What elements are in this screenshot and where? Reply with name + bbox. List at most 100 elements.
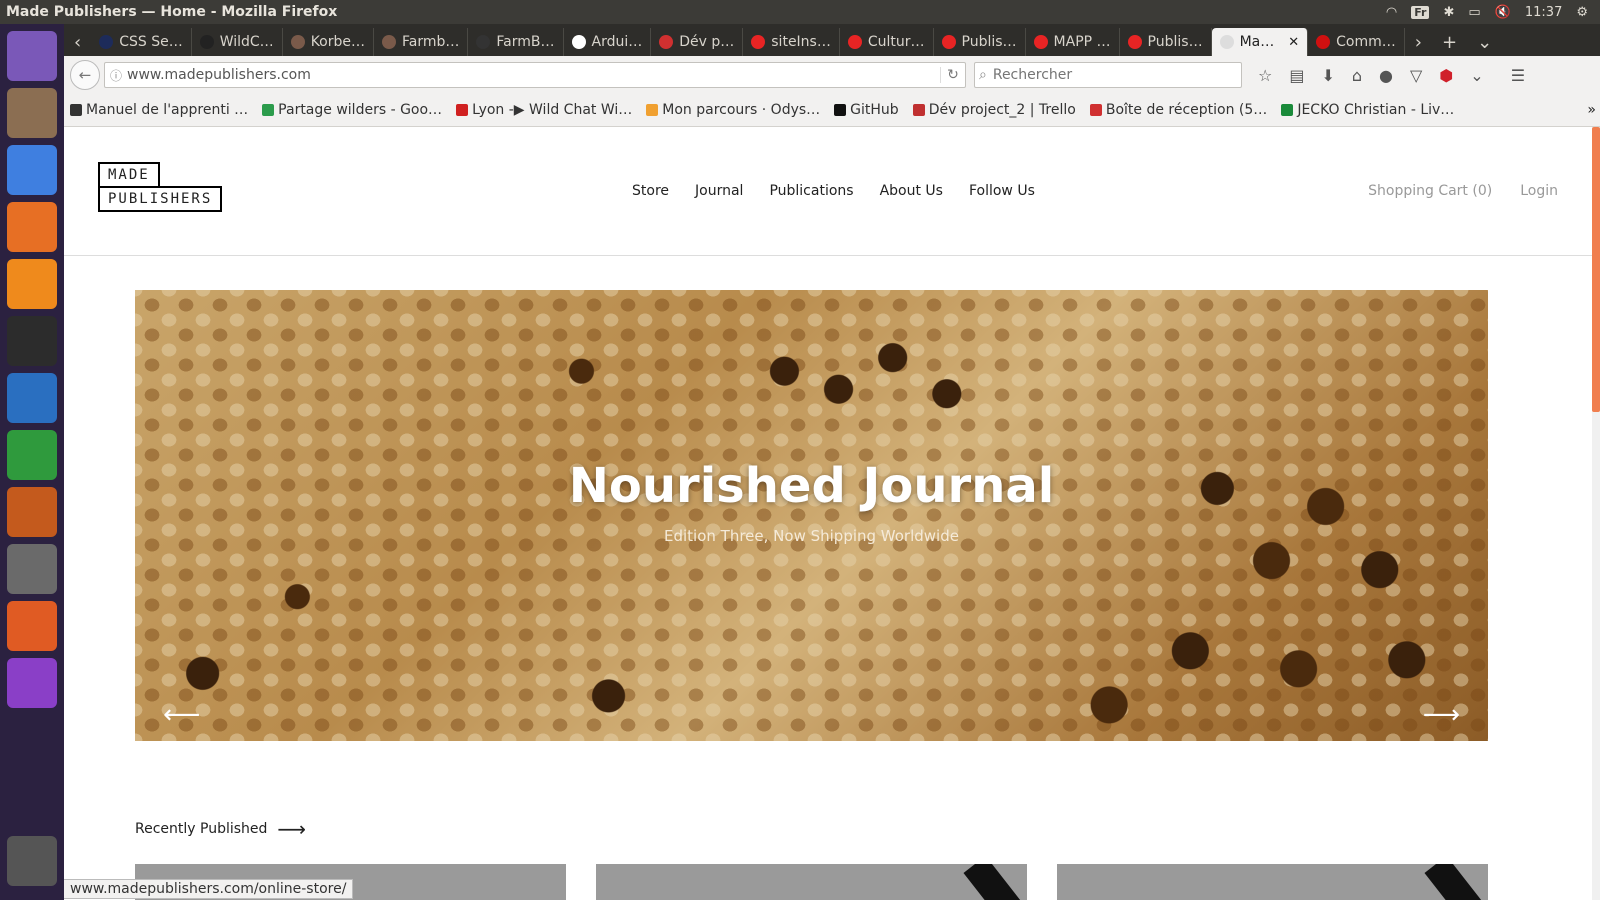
tabs-scroll-right-icon[interactable]: › [1405,28,1432,56]
volume-muted-icon[interactable]: 🔇 [1495,5,1511,20]
back-arrow-icon[interactable]: ← [70,60,100,90]
site-logo[interactable]: MADE PUBLISHERS [98,162,223,212]
bookmark-favicon-icon [456,104,469,116]
browser-tab[interactable]: Comm… [1308,28,1405,56]
browser-tab[interactable]: MAPP … [1026,28,1120,56]
close-tab-icon[interactable]: ✕ [1288,35,1299,50]
site-nav-follow-us[interactable]: Follow Us [969,183,1035,199]
browser-tab[interactable]: Dév p… [651,28,744,56]
tabs-scroll-left-icon[interactable]: ‹ [64,28,91,56]
hero-subtitle: Edition Three, Now Shipping Worldwide [664,527,959,545]
software-center-launcher-icon[interactable] [7,601,57,651]
hamburger-menu-icon[interactable]: ☰ [1511,66,1525,85]
bookmark-item[interactable]: Dév project_2 | Trello [912,102,1076,118]
chrome-launcher-icon[interactable] [7,145,57,195]
bookmark-label: GitHub [850,102,899,118]
reading-list-icon[interactable]: ▤ [1289,66,1304,85]
wifi-icon[interactable]: ◠ [1386,5,1397,20]
home-icon[interactable]: ⌂ [1352,66,1362,85]
pocket-icon[interactable]: ▽ [1410,66,1422,85]
tab-label: FarmB… [496,34,555,50]
recently-published-heading[interactable]: Recently Published ⟶ [135,817,306,841]
search-bar[interactable]: ⌕ [974,62,1242,88]
bookmark-item[interactable]: Partage wilders - Goo… [262,102,442,118]
site-nav-publications[interactable]: Publications [769,183,853,199]
url-text[interactable]: www.madepublishers.com [127,67,311,83]
navigation-toolbar: ← ⓘ www.madepublishers.com ↻ ⌕ ☆ ▤ ⬇ ⌂ ●… [64,56,1600,95]
tab-list-chevron-icon[interactable]: ⌄ [1467,28,1502,56]
tab-label: WildC… [219,34,274,50]
tab-favicon-icon [1127,35,1142,49]
bookmark-star-icon[interactable]: ☆ [1258,66,1272,85]
carousel-next-arrow-icon[interactable]: ⟶ [1423,700,1460,730]
bookmarks-toolbar: Manuel de l'apprenti … Partage wilders - … [64,94,1600,127]
firefox-launcher-icon[interactable] [7,202,57,252]
search-input[interactable] [990,66,1215,84]
tab-favicon-icon [99,35,114,49]
site-nav-about-us[interactable]: About Us [880,183,943,199]
bluetooth-icon[interactable]: ✱ [1443,5,1454,20]
site-nav-journal[interactable]: Journal [695,183,743,199]
tab-label: Korbe… [310,34,365,50]
sublime-text-launcher-icon[interactable] [7,259,57,309]
tab-favicon-icon [571,35,586,49]
bookmark-item[interactable]: GitHub [834,102,899,118]
login-link[interactable]: Login [1520,183,1558,199]
new-tab-icon[interactable]: + [1432,28,1467,56]
publication-card[interactable] [1057,864,1488,900]
account-links: Shopping Cart (0) Login [1368,183,1558,199]
terminal-launcher-icon[interactable] [7,316,57,366]
tab-favicon-icon [1219,35,1234,49]
browser-tab[interactable]: CSS Se… [91,28,192,56]
url-bar[interactable]: ⓘ www.madepublishers.com ↻ [104,62,966,88]
page-scrollbar[interactable] [1592,127,1600,900]
bookmark-label: Boîte de réception (5… [1105,102,1268,118]
shopping-cart-link[interactable]: Shopping Cart (0) [1368,183,1492,199]
system-top-panel: Made Publishers — Home - Mozilla Firefox… [0,0,1600,24]
browser-tab[interactable]: WildC… [192,28,283,56]
bookmark-item[interactable]: Manuel de l'apprenti … [70,102,248,118]
impress-launcher-icon[interactable] [7,487,57,537]
tab-favicon-icon [1033,35,1048,49]
browser-tab[interactable]: Publis… [1120,28,1212,56]
ubuntu-dash-launcher-icon[interactable] [7,31,57,81]
battery-icon[interactable]: ▭ [1468,5,1480,20]
browser-tab[interactable]: Publis… [934,28,1026,56]
site-info-icon[interactable]: ⓘ [105,67,127,84]
browser-tab[interactable]: Ardui… [564,28,652,56]
carousel-prev-arrow-icon[interactable]: ⟵ [163,700,200,730]
phpstorm-launcher-icon[interactable] [7,658,57,708]
reload-icon[interactable]: ↻ [940,67,965,83]
browser-tab[interactable]: siteIns… [743,28,840,56]
browser-tab[interactable]: Ma… ✕ [1211,28,1309,56]
downloads-icon[interactable]: ⬇ [1321,66,1334,85]
bookmark-item[interactable]: Boîte de réception (5… [1089,102,1268,118]
keyboard-layout-indicator[interactable]: Fr [1411,5,1430,19]
calc-launcher-icon[interactable] [7,430,57,480]
publication-card[interactable] [596,864,1027,900]
trash-icon[interactable] [7,836,57,886]
writer-launcher-icon[interactable] [7,373,57,423]
clock[interactable]: 11:37 [1525,5,1562,20]
adblock-icon[interactable]: ⬢ [1439,66,1453,85]
more-bookmarks-chevron-icon[interactable]: » [1587,102,1600,118]
tab-favicon-icon [290,35,305,49]
adblock-menu-chevron-icon[interactable]: ⌄ [1470,66,1483,85]
launcher [0,24,64,900]
bookmark-label: Mon parcours · Odys… [662,102,821,118]
chat-icon[interactable]: ● [1379,66,1393,85]
bookmark-item[interactable]: Lyon -▶ Wild Chat Wi… [456,102,632,118]
power-gear-icon[interactable]: ⚙ [1576,5,1588,20]
bookmark-item[interactable]: Mon parcours · Odys… [646,102,820,118]
bookmark-favicon-icon [1089,104,1102,116]
bookmark-item[interactable]: JECKO Christian - Liv… [1281,102,1454,118]
browser-tab[interactable]: Korbe… [283,28,374,56]
system-settings-launcher-icon[interactable] [7,544,57,594]
files-launcher-icon[interactable] [7,88,57,138]
browser-tab[interactable]: Farmb… [374,28,469,56]
browser-tab[interactable]: FarmB… [468,28,564,56]
browser-tab[interactable]: Cultur… [840,28,934,56]
site-nav-store[interactable]: Store [632,183,669,199]
hero-carousel[interactable]: Nourished Journal Edition Three, Now Shi… [135,290,1488,741]
scrollbar-thumb[interactable] [1592,127,1600,412]
